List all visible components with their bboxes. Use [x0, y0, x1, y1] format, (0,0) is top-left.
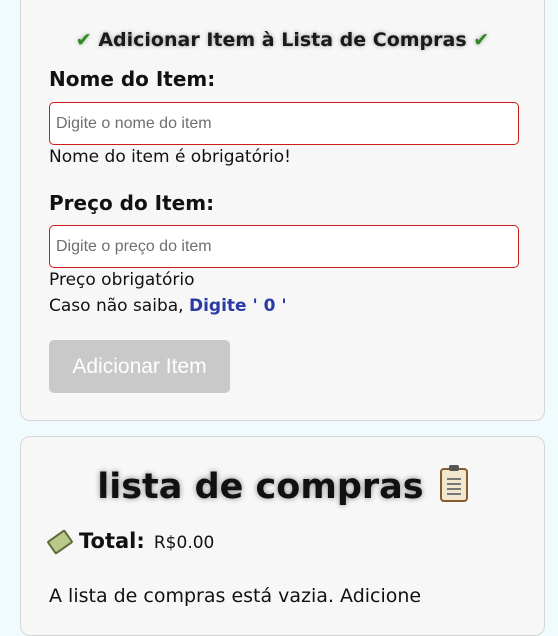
total-row: Total: R$0.00 — [46, 529, 215, 555]
price-hint-prefix: Caso não saiba, — [49, 296, 184, 316]
add-item-form: ✔ Adicionar Item à Lista de Compras ✔ No… — [20, 0, 545, 421]
total-value: R$0.00 — [153, 533, 215, 553]
item-name-input[interactable] — [49, 102, 519, 145]
item-price-label: Preço do Item: — [49, 191, 215, 215]
item-price-hint: Caso não saiba, Digite ' 0 ' — [49, 296, 287, 316]
list-title: lista de compras — [21, 465, 544, 507]
form-title-text: Adicionar Item à Lista de Compras — [98, 29, 467, 51]
check-icon: ✔ — [75, 29, 92, 51]
list-title-text: lista de compras — [97, 467, 424, 507]
item-price-input[interactable] — [49, 225, 519, 268]
item-name-label: Nome do Item: — [49, 67, 216, 91]
shopping-list: lista de compras Total: R$0.00 A lista d… — [20, 436, 545, 636]
item-price-error: Preço obrigatório — [49, 270, 195, 290]
check-icon: ✔ — [473, 29, 490, 51]
price-hint-action: Digite ' 0 ' — [188, 296, 287, 316]
item-name-error: Nome do item é obrigatório! — [49, 147, 291, 167]
add-item-button[interactable]: Adicionar Item — [49, 340, 230, 393]
money-icon — [46, 529, 74, 555]
form-title: ✔ Adicionar Item à Lista de Compras ✔ — [21, 29, 544, 51]
total-label: Total: — [79, 529, 145, 553]
clipboard-icon — [439, 465, 468, 502]
empty-list-message: A lista de compras está vazia. Adicione — [49, 585, 422, 607]
